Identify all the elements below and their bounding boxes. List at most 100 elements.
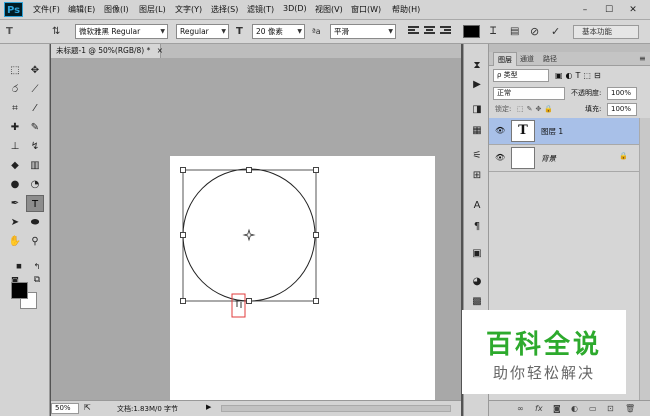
layer-row-background[interactable]: 👁 背景 🔒 [489, 145, 639, 172]
maximize-button[interactable]: ☐ [598, 3, 620, 17]
horizontal-scrollbar[interactable] [221, 405, 451, 412]
tab-channels[interactable]: 通道 [516, 52, 538, 66]
panel-header[interactable] [489, 44, 650, 52]
zoom-tool-icon[interactable]: ⚲ [26, 233, 44, 250]
move-tool-icon[interactable]: ✥ [26, 62, 44, 79]
opacity-input[interactable]: 100% [607, 87, 637, 100]
paragraph-panel-icon[interactable]: ¶ [469, 219, 485, 235]
layer-name[interactable]: 背景 [541, 153, 556, 164]
cancel-icon[interactable]: ⊘ [530, 24, 539, 39]
zoom-field[interactable]: 50% [51, 403, 79, 414]
document-tab[interactable]: 未标题-1 @ 50%(RGB/8) * × [51, 44, 163, 58]
adjustment-layer-icon[interactable]: ◐ [571, 404, 578, 413]
notes-panel-icon[interactable]: ▣ [469, 246, 485, 262]
menu-filter[interactable]: 滤镜(T) [247, 4, 274, 15]
close-tab-icon[interactable]: × [157, 46, 163, 55]
menu-window[interactable]: 窗口(W) [351, 4, 381, 15]
photoshop-logo: Ps [4, 2, 23, 17]
blend-mode-select[interactable]: 正常 [493, 87, 565, 100]
fx-icon[interactable]: fx [535, 404, 543, 413]
gradient-tool-icon[interactable]: ▥ [26, 157, 44, 174]
menu-help[interactable]: 帮助(H) [392, 4, 420, 15]
panel-menu-icon[interactable]: ≡ [635, 52, 650, 66]
menu-select[interactable]: 选择(S) [211, 4, 238, 15]
font-size-icon: T [236, 26, 243, 37]
chevron-down-icon: ▼ [388, 28, 393, 35]
crop-tool-icon[interactable]: ⌗ [6, 100, 24, 117]
actions-panel-icon[interactable]: ▶ [469, 77, 485, 93]
lasso-tool-icon[interactable]: ර [6, 81, 24, 98]
new-group-icon[interactable]: ▭ [589, 404, 597, 413]
warp-text-icon[interactable]: Ꮖ [490, 24, 497, 39]
transform-handle [180, 167, 186, 173]
font-size-select[interactable]: 20 像素 ▼ [252, 24, 305, 39]
3d-panel-icon[interactable]: ◕ [469, 274, 485, 290]
lock-icon: 🔒 [619, 152, 628, 160]
font-family-select[interactable]: 微软雅黑 Regular ▼ [75, 24, 168, 39]
history-panel-icon[interactable]: ⧗ [469, 58, 485, 74]
type-tool-preset-icon[interactable]: T [6, 24, 13, 39]
brush-panel-icon[interactable]: ⚟ [469, 148, 485, 164]
eraser-tool-icon[interactable]: ◆ [6, 157, 24, 174]
export-icon[interactable]: ⇱ [84, 403, 91, 412]
add-mask-icon[interactable]: ◙ [553, 404, 561, 413]
new-layer-icon[interactable]: ⊡ [607, 404, 614, 413]
menu-file[interactable]: 文件(F) [33, 4, 60, 15]
font-size-value: 20 像素 [256, 27, 283, 36]
clone-stamp-tool-icon[interactable]: ⊥ [6, 138, 24, 155]
menu-3d[interactable]: 3D(D) [283, 4, 307, 13]
marquee-tool-icon[interactable]: ⬚ [6, 62, 24, 79]
eyedropper-tool-icon[interactable]: ⁄ [26, 100, 44, 117]
trash-icon[interactable]: 🗑 [625, 404, 635, 413]
blur-tool-icon[interactable]: ● [6, 176, 24, 193]
quick-select-tool-icon[interactable]: ⟋ [26, 81, 44, 98]
lock-icons[interactable]: ⬚✎✥🔒 [517, 103, 556, 116]
workspace-select[interactable]: 基本功能 [573, 25, 639, 39]
foreground-color-swatch[interactable] [11, 282, 28, 299]
visibility-eye-icon[interactable]: 👁 [495, 126, 505, 135]
visibility-eye-icon[interactable]: 👁 [495, 153, 505, 162]
text-color-swatch[interactable] [463, 25, 480, 38]
align-center-icon[interactable] [424, 26, 435, 36]
text-orientation-icon[interactable]: ⇅ [52, 24, 60, 39]
anti-alias-select[interactable]: 平滑 ▼ [330, 24, 396, 39]
healing-brush-tool-icon[interactable]: ✚ [6, 119, 24, 136]
close-button[interactable]: ✕ [622, 3, 644, 17]
character-panel-icon[interactable]: ▤ [510, 24, 519, 39]
tab-layers[interactable]: 图层 [493, 52, 517, 66]
adjustments-panel-icon[interactable]: ◨ [469, 102, 485, 118]
filter-icons[interactable]: ▣◐T⬚⊟ [555, 69, 604, 82]
layers-scrollbar[interactable] [639, 118, 650, 400]
layer-name[interactable]: 图层 1 [541, 126, 563, 137]
ellipse-tool-icon[interactable]: ⬬ [26, 214, 44, 231]
link-layers-icon[interactable]: ∞ [517, 404, 524, 413]
history-brush-tool-icon[interactable]: ↯ [26, 138, 44, 155]
align-left-icon[interactable] [408, 26, 419, 36]
hand-tool-icon[interactable]: ✋ [6, 233, 24, 250]
menu-edit[interactable]: 编辑(E) [68, 4, 95, 15]
align-right-icon[interactable] [440, 26, 451, 36]
screen-mode-icon[interactable]: ⧉ [28, 272, 46, 289]
menu-layer[interactable]: 图层(L) [139, 4, 166, 15]
type-tool-icon[interactable]: T [26, 195, 44, 212]
menu-type[interactable]: 文字(Y) [175, 4, 202, 15]
path-selection-tool-icon[interactable]: ➤ [6, 214, 24, 231]
styles-panel-icon[interactable]: ▦ [469, 123, 485, 139]
status-menu-arrow-icon[interactable]: ▶ [206, 403, 211, 411]
menu-image[interactable]: 图像(I) [104, 4, 129, 15]
minimize-button[interactable]: – [574, 3, 596, 17]
menu-view[interactable]: 视图(V) [315, 4, 343, 15]
layer-filter-select[interactable]: ρ 类型 [493, 69, 549, 82]
brush-tool-icon[interactable]: ✎ [26, 119, 44, 136]
pen-tool-icon[interactable]: ✒ [6, 195, 24, 212]
fill-input[interactable]: 100% [607, 103, 637, 116]
swatches-panel-icon[interactable]: ▩ [469, 294, 485, 310]
clone-source-panel-icon[interactable]: ⊞ [469, 168, 485, 184]
tab-paths[interactable]: 路径 [539, 52, 561, 66]
font-style-select[interactable]: Regular ▼ [176, 24, 229, 39]
commit-icon[interactable]: ✓ [551, 24, 560, 39]
dodge-tool-icon[interactable]: ◔ [26, 176, 44, 193]
canvas-area[interactable] [51, 58, 461, 400]
character-panel-icon[interactable]: A [469, 198, 485, 214]
layer-row-text[interactable]: 👁 T 图层 1 [489, 118, 639, 145]
